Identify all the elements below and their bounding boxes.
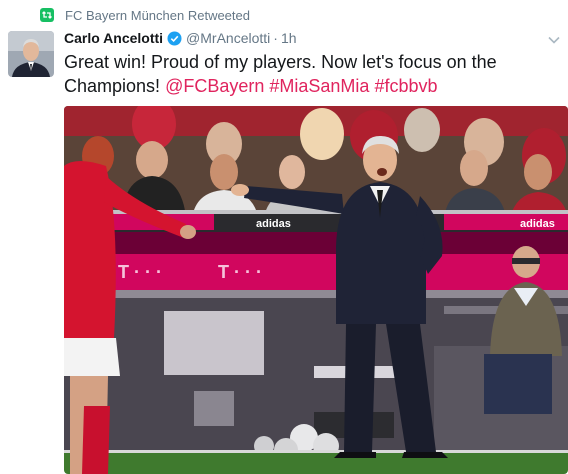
sponsor-adidas-1: adidas bbox=[256, 218, 291, 230]
retweet-icon bbox=[40, 8, 54, 22]
timestamp[interactable]: 1h bbox=[281, 30, 297, 46]
telekom-banner-2: T · · · bbox=[218, 262, 262, 282]
tweet-header: Carlo Ancelotti @MrAncelotti · 1h bbox=[64, 29, 297, 47]
tweet-photo[interactable]: adidas adidas T · · · T · · · bbox=[64, 106, 568, 474]
hashtag-link[interactable]: #fcbbvb bbox=[374, 76, 437, 96]
author-handle[interactable]: @MrAncelotti bbox=[186, 30, 270, 46]
hashtag-link[interactable]: #MiaSanMia bbox=[269, 76, 369, 96]
chevron-down-icon[interactable] bbox=[548, 31, 560, 49]
mention-link[interactable]: @FCBayern bbox=[165, 76, 264, 96]
telekom-banner-1: T · · · bbox=[118, 262, 162, 282]
separator: · bbox=[273, 30, 278, 46]
tweet-text: Great win! Proud of my players. Now let'… bbox=[64, 50, 560, 98]
sponsor-adidas-2: adidas bbox=[520, 218, 555, 230]
retweet-label[interactable]: FC Bayern München Retweeted bbox=[65, 8, 250, 23]
avatar[interactable] bbox=[8, 31, 54, 77]
retweet-context: FC Bayern München Retweeted bbox=[40, 6, 250, 24]
author-name[interactable]: Carlo Ancelotti bbox=[64, 30, 163, 46]
verified-badge-icon bbox=[167, 31, 182, 46]
